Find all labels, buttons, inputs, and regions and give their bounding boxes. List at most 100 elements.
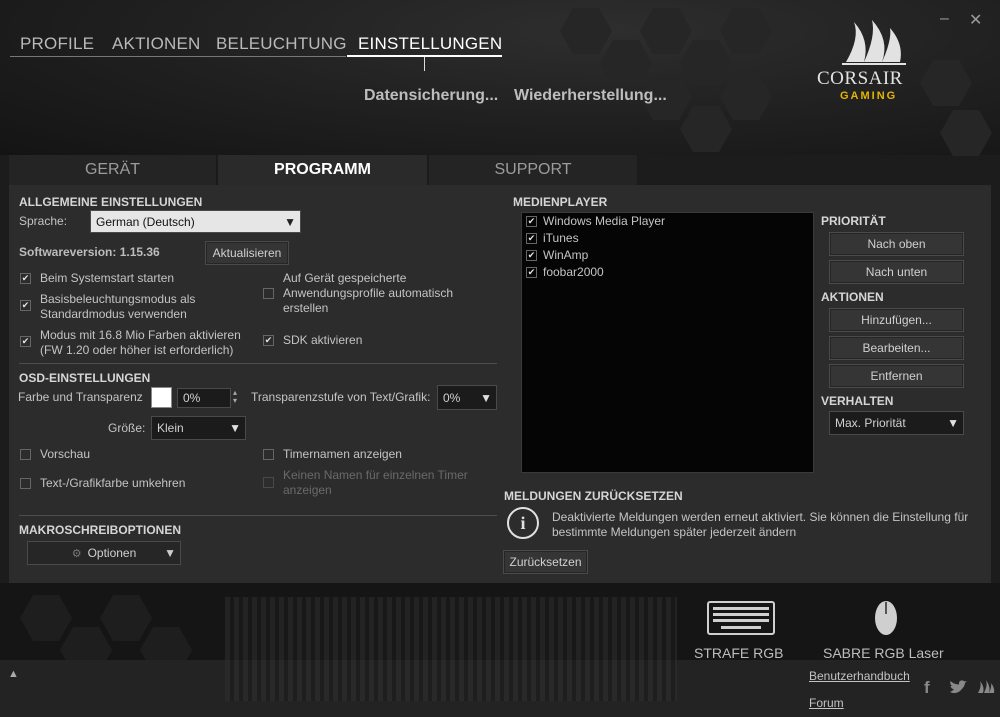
watermark-logo bbox=[225, 597, 677, 701]
device-sabre-rgb-laser[interactable]: SABRE RGB Laser bbox=[823, 645, 944, 661]
language-select[interactable]: German (Deutsch) ▼ bbox=[90, 210, 301, 233]
sdk-label: SDK aktivieren bbox=[283, 333, 363, 347]
move-down-button[interactable]: Nach unten bbox=[829, 260, 964, 284]
size-label: Größe: bbox=[108, 421, 146, 435]
hex-pattern bbox=[720, 8, 772, 54]
corsair-sails-icon bbox=[842, 20, 906, 65]
macro-options-title: MAKROSCHREIBOPTIONEN bbox=[19, 523, 182, 537]
tab-lighting[interactable]: BELEUCHTUNG bbox=[216, 34, 347, 54]
hex-pattern bbox=[100, 595, 152, 641]
hex-pattern bbox=[680, 40, 732, 86]
priority-title: PRIORITÄT bbox=[821, 214, 886, 228]
tab-device[interactable]: GERÄT bbox=[9, 155, 217, 185]
move-up-button[interactable]: Nach oben bbox=[829, 232, 964, 256]
tab-profile[interactable]: PROFILE bbox=[20, 34, 94, 54]
collapse-arrow-icon[interactable]: ▲ bbox=[8, 668, 19, 680]
hex-pattern bbox=[940, 110, 992, 156]
tab-pointer bbox=[424, 57, 425, 71]
checkbox-no-timer-name bbox=[263, 477, 274, 488]
restore-link[interactable]: Wiederherstellung... bbox=[514, 87, 667, 105]
tab-settings[interactable]: EINSTELLUNGEN bbox=[358, 34, 502, 54]
text-transparency-select[interactable]: 0% ▼ bbox=[437, 385, 497, 410]
color-transparency-label: Farbe und Transparenz bbox=[18, 390, 143, 404]
transparency-input[interactable]: 0% bbox=[177, 388, 231, 408]
checkbox-media-player[interactable]: ✔ bbox=[526, 267, 537, 278]
checkbox-media-player[interactable]: ✔ bbox=[526, 216, 537, 227]
checkbox-autostart[interactable]: ✔ bbox=[20, 273, 31, 284]
corsair-sails-icon[interactable] bbox=[977, 680, 995, 694]
brand-logo-sub: GAMING bbox=[840, 90, 898, 102]
autostart-label: Beim Systemstart starten bbox=[40, 271, 175, 285]
actions-title: AKTIONEN bbox=[821, 290, 884, 304]
checkbox-media-player[interactable]: ✔ bbox=[526, 250, 537, 261]
no-timer-name-label: Keinen Namen für einzelnen Timer anzeige… bbox=[283, 468, 468, 497]
options-dropdown[interactable]: ⚙ Optionen ▼ bbox=[27, 541, 181, 565]
chevron-down-icon: ▼ bbox=[164, 546, 176, 560]
update-button[interactable]: Aktualisieren bbox=[205, 241, 289, 265]
invert-colors-label: Text-/Grafikfarbe umkehren bbox=[40, 476, 186, 490]
hex-pattern bbox=[560, 8, 612, 54]
text-transparency-value: 0% bbox=[443, 390, 461, 405]
checkbox-sdk[interactable]: ✔ bbox=[263, 335, 274, 346]
list-item[interactable]: iTunes bbox=[543, 231, 579, 246]
keyboard-icon[interactable] bbox=[707, 601, 775, 635]
user-manual-link[interactable]: Benutzerhandbuch bbox=[809, 669, 910, 683]
spinner-arrows-icon[interactable]: ▴ ▾ bbox=[233, 389, 237, 405]
auto-profiles-label: Auf Gerät gespeicherte Anwendungsprofile… bbox=[283, 271, 454, 315]
color-swatch[interactable] bbox=[151, 387, 172, 408]
mouse-icon[interactable] bbox=[873, 599, 899, 637]
info-icon: i bbox=[507, 507, 539, 539]
text-transparency-label: Transparenzstufe von Text/Grafik: bbox=[251, 390, 431, 404]
preview-label: Vorschau bbox=[40, 447, 91, 461]
hex-pattern bbox=[640, 8, 692, 54]
add-button[interactable]: Hinzufügen... bbox=[829, 308, 964, 332]
checkbox-auto-profiles[interactable] bbox=[263, 288, 274, 299]
list-item[interactable]: Windows Media Player bbox=[543, 214, 665, 229]
language-label: Sprache: bbox=[19, 214, 68, 228]
brand-logo: CORSAIR bbox=[817, 68, 903, 89]
gear-icon: ⚙ bbox=[71, 547, 82, 560]
list-item[interactable]: WinAmp bbox=[543, 248, 588, 263]
remove-button[interactable]: Entfernen bbox=[829, 364, 964, 388]
checkbox-timer-names[interactable] bbox=[263, 449, 274, 460]
size-value: Klein bbox=[157, 421, 184, 435]
checkbox-invert-colors[interactable] bbox=[20, 478, 31, 489]
media-player-title: MEDIENPLAYER bbox=[513, 195, 608, 209]
transparency-value: 0% bbox=[183, 391, 201, 405]
hex-pattern bbox=[20, 595, 72, 641]
tab-support[interactable]: SUPPORT bbox=[429, 155, 638, 185]
behavior-value: Max. Priorität bbox=[835, 416, 906, 430]
backup-link[interactable]: Datensicherung... bbox=[364, 87, 498, 105]
minimize-icon[interactable]: – bbox=[940, 10, 949, 28]
hex-pattern bbox=[600, 40, 652, 86]
chevron-down-icon: ▼ bbox=[229, 421, 241, 435]
list-item[interactable]: foobar2000 bbox=[543, 265, 604, 280]
forum-link[interactable]: Forum bbox=[809, 696, 844, 710]
tab-underline bbox=[10, 56, 346, 57]
size-select[interactable]: Klein ▼ bbox=[151, 416, 246, 440]
facebook-icon[interactable]: f bbox=[924, 678, 930, 698]
behavior-select[interactable]: Max. Priorität ▼ bbox=[829, 411, 964, 435]
divider bbox=[19, 363, 497, 364]
checkbox-media-player[interactable]: ✔ bbox=[526, 233, 537, 244]
chevron-down-icon: ▼ bbox=[284, 214, 296, 229]
divider bbox=[19, 515, 497, 516]
reset-button[interactable]: Zurücksetzen bbox=[503, 550, 588, 574]
options-label: Optionen bbox=[87, 546, 137, 560]
general-settings-title: ALLGEMEINE EINSTELLUNGEN bbox=[19, 195, 203, 209]
16m-colors-label: Modus mit 16.8 Mio Farben aktivieren (FW… bbox=[40, 328, 241, 357]
chevron-down-icon: ▼ bbox=[947, 416, 959, 430]
chevron-down-icon: ▼ bbox=[480, 390, 492, 405]
tab-actions[interactable]: AKTIONEN bbox=[112, 34, 201, 54]
edit-button[interactable]: Bearbeiten... bbox=[829, 336, 964, 360]
checkbox-basic-lighting[interactable]: ✔ bbox=[20, 300, 31, 311]
timer-names-label: Timernamen anzeigen bbox=[283, 447, 402, 461]
reset-messages-title: MELDUNGEN ZURÜCKSETZEN bbox=[504, 489, 683, 503]
twitter-icon[interactable] bbox=[949, 680, 967, 695]
hex-pattern bbox=[920, 60, 972, 106]
tab-program[interactable]: PROGRAMM bbox=[218, 155, 428, 185]
device-strafe-rgb[interactable]: STRAFE RGB bbox=[694, 645, 783, 661]
close-icon[interactable]: ✕ bbox=[969, 10, 982, 30]
checkbox-preview[interactable] bbox=[20, 449, 31, 460]
checkbox-16m-colors[interactable]: ✔ bbox=[20, 336, 31, 347]
